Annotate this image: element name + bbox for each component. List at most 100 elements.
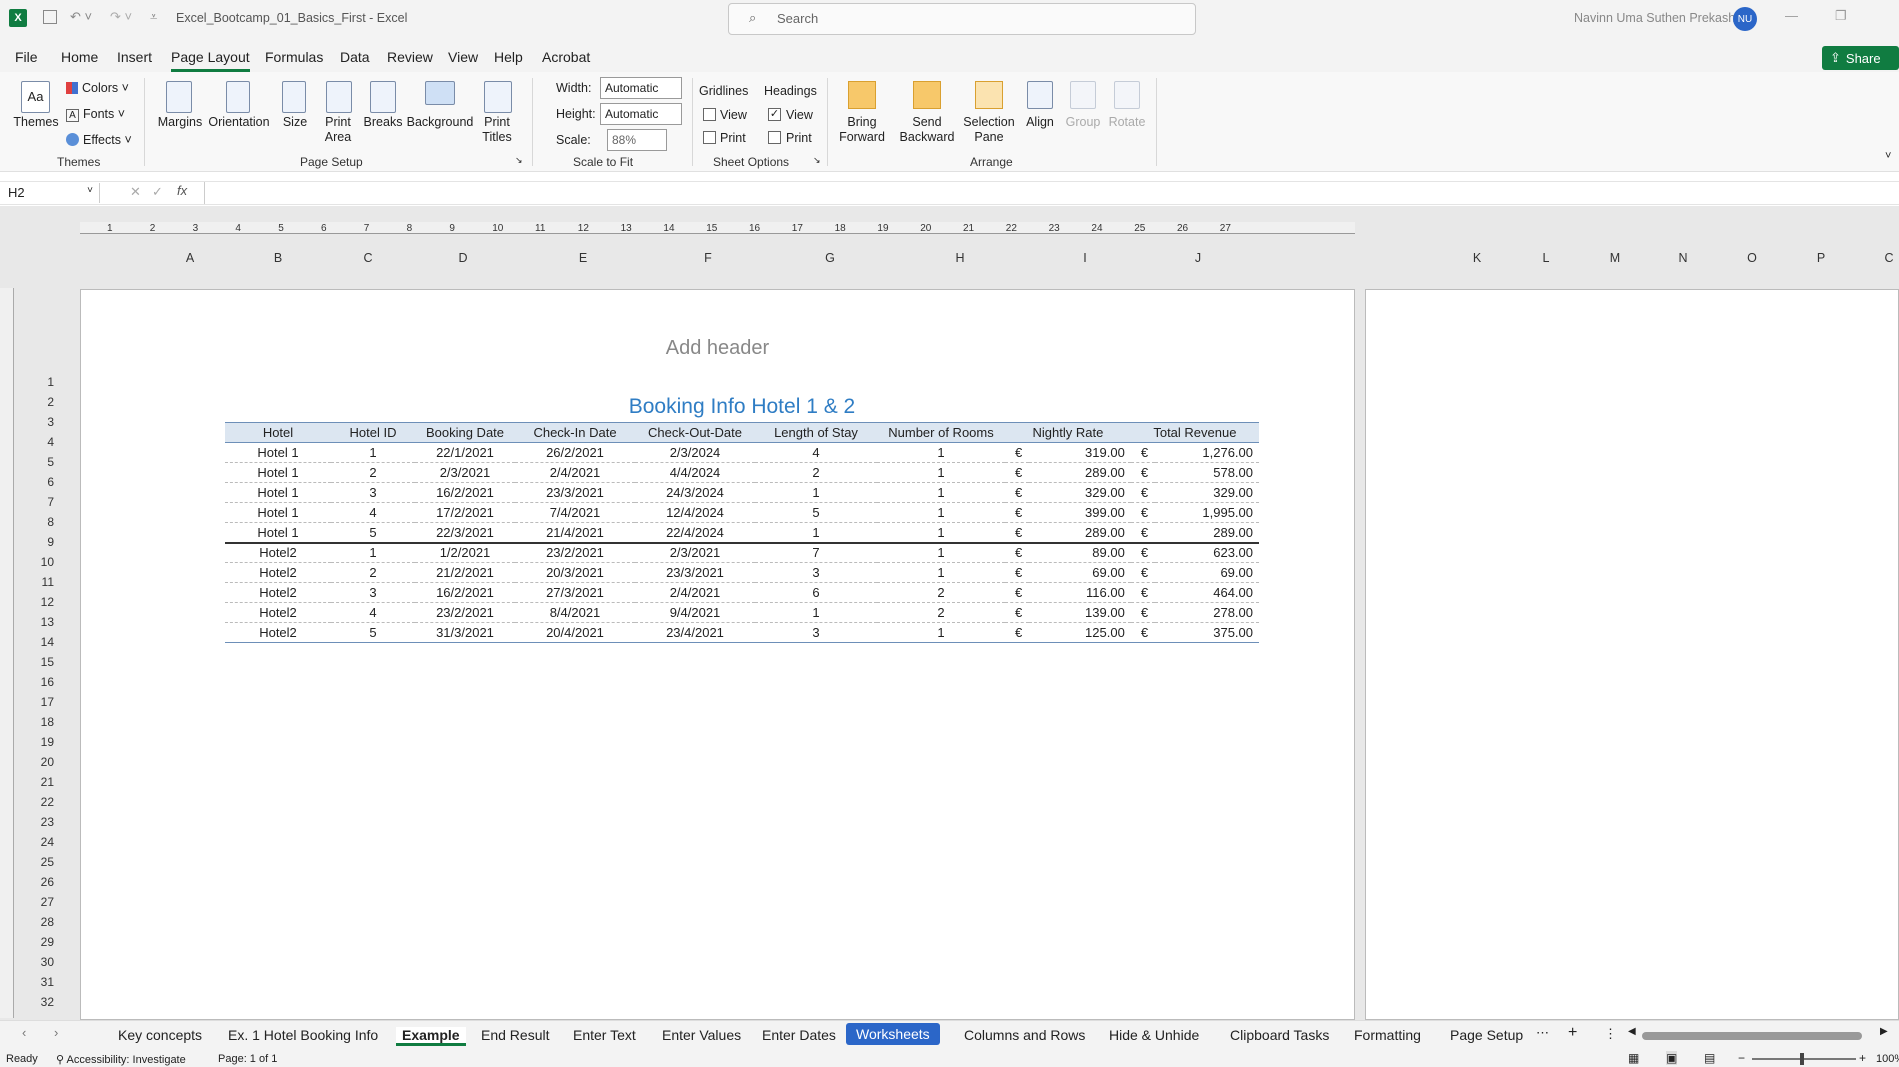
table-cell[interactable]: 2 — [877, 602, 1005, 623]
table-cell[interactable]: 31/3/2021 — [415, 622, 515, 643]
table-cell[interactable]: 3 — [755, 562, 877, 583]
table-cell[interactable]: 23/3/2021 — [515, 482, 635, 503]
menu-acrobat[interactable]: Acrobat — [542, 49, 590, 65]
size-button[interactable]: Size — [280, 115, 310, 129]
row-header[interactable]: 10 — [24, 555, 54, 569]
orientation-button[interactable]: Orientation — [206, 115, 272, 129]
print-area-button[interactable]: Print Area — [318, 115, 358, 145]
menu-data[interactable]: Data — [340, 49, 370, 65]
table-cell[interactable]: 116.00 — [1029, 582, 1131, 603]
sheet-tab-key-concepts[interactable]: Key concepts — [118, 1027, 202, 1043]
sheet-tab-enter-text[interactable]: Enter Text — [573, 1027, 636, 1043]
table-cell[interactable]: 2 — [331, 462, 415, 483]
column-header-c[interactable]: C — [360, 251, 376, 265]
column-header-g[interactable]: G — [822, 251, 838, 265]
sheet-tab-end-result[interactable]: End Result — [481, 1027, 549, 1043]
headings-print-checkbox[interactable] — [768, 131, 781, 144]
row-header[interactable]: 31 — [24, 975, 54, 989]
function-icon[interactable]: fx — [177, 183, 187, 198]
background-button[interactable]: Background — [406, 115, 474, 129]
row-header[interactable]: 27 — [24, 895, 54, 909]
row-header[interactable]: 2 — [24, 395, 54, 409]
column-header-j[interactable]: J — [1190, 251, 1206, 265]
breaks-button[interactable]: Breaks — [362, 115, 404, 129]
row-header[interactable]: 25 — [24, 855, 54, 869]
currency-symbol[interactable]: € — [1005, 522, 1029, 544]
table-cell[interactable]: 139.00 — [1029, 602, 1131, 623]
table-cell[interactable]: 27/3/2021 — [515, 582, 635, 603]
table-cell[interactable]: Hotel2 — [225, 542, 331, 563]
sheet-tab-enter-values[interactable]: Enter Values — [662, 1027, 741, 1043]
table-header-cell[interactable]: Hotel — [225, 422, 331, 443]
page-break-view-icon[interactable]: ▤ — [1704, 1051, 1715, 1065]
table-cell[interactable]: 1 — [755, 482, 877, 503]
row-header[interactable]: 16 — [24, 675, 54, 689]
table-cell[interactable]: 16/2/2021 — [415, 582, 515, 603]
menu-home[interactable]: Home — [61, 49, 98, 65]
gridlines-print-checkbox[interactable] — [703, 131, 716, 144]
row-header[interactable]: 28 — [24, 915, 54, 929]
table-cell[interactable]: 2/3/2021 — [415, 462, 515, 483]
table-cell[interactable]: 399.00 — [1029, 502, 1131, 523]
row-header[interactable]: 14 — [24, 635, 54, 649]
table-cell[interactable]: 1 — [877, 522, 1005, 544]
currency-symbol[interactable]: € — [1130, 542, 1155, 563]
table-cell[interactable]: 2/3/2021 — [635, 542, 755, 563]
zoom-level[interactable]: 100% — [1876, 1053, 1899, 1065]
fonts-button[interactable]: A Fonts ˅ — [66, 107, 125, 122]
currency-symbol[interactable]: € — [1005, 582, 1029, 603]
table-cell[interactable]: 329.00 — [1029, 482, 1131, 503]
row-header[interactable]: 4 — [24, 435, 54, 449]
sheet-options-launcher-icon[interactable]: ↘ — [813, 155, 821, 166]
zoom-out-icon[interactable]: − — [1738, 1051, 1745, 1065]
currency-symbol[interactable]: € — [1005, 442, 1029, 463]
table-header-cell[interactable]: Check-Out-Date — [635, 422, 755, 443]
table-cell[interactable]: 1 — [877, 462, 1005, 483]
table-cell[interactable]: 4 — [331, 602, 415, 623]
table-cell[interactable]: 1 — [877, 442, 1005, 463]
table-cell[interactable]: 4 — [755, 442, 877, 463]
more-tabs-icon[interactable]: ⋯ — [1536, 1025, 1549, 1041]
sheet-tab-page-setup[interactable]: Page Setup — [1450, 1027, 1523, 1043]
table-cell[interactable]: 375.00 — [1154, 622, 1259, 643]
table-cell[interactable]: 26/2/2021 — [515, 442, 635, 463]
column-header-n[interactable]: N — [1675, 251, 1691, 265]
table-cell[interactable]: 3 — [331, 482, 415, 503]
name-box[interactable]: H2 ˅ — [4, 183, 100, 203]
currency-symbol[interactable]: € — [1130, 442, 1155, 463]
menu-file[interactable]: File — [15, 49, 38, 65]
menu-page-layout[interactable]: Page Layout — [171, 49, 250, 72]
save-icon[interactable] — [43, 10, 57, 24]
row-header[interactable]: 7 — [24, 495, 54, 509]
currency-symbol[interactable]: € — [1130, 522, 1155, 544]
row-header[interactable]: 13 — [24, 615, 54, 629]
table-cell[interactable]: 289.00 — [1029, 522, 1131, 544]
table-cell[interactable]: 24/3/2024 — [635, 482, 755, 503]
hscroll-left-icon[interactable]: ◀ — [1628, 1026, 1636, 1037]
table-cell[interactable]: 3 — [331, 582, 415, 603]
table-cell[interactable]: 23/2/2021 — [415, 602, 515, 623]
effects-button[interactable]: Effects ˅ — [66, 133, 132, 147]
table-cell[interactable]: 23/4/2021 — [635, 622, 755, 643]
zoom-slider[interactable] — [1752, 1058, 1856, 1060]
share-button[interactable]: ⇪ Share — [1822, 46, 1899, 70]
currency-symbol[interactable]: € — [1130, 562, 1155, 583]
accessibility-status[interactable]: ⚲ Accessibility: Investigate — [56, 1053, 186, 1066]
table-cell[interactable]: Hotel2 — [225, 602, 331, 623]
row-header[interactable]: 12 — [24, 595, 54, 609]
headings-view-checkbox[interactable]: ✓ — [768, 108, 781, 121]
sheet-tab-example[interactable]: Example — [396, 1027, 466, 1046]
undo-icon[interactable]: ↶ ˅ — [70, 9, 92, 25]
currency-symbol[interactable]: € — [1130, 602, 1155, 623]
page-setup-launcher-icon[interactable]: ↘ — [515, 155, 523, 166]
customize-qat-icon[interactable]: ⩡ — [150, 9, 157, 25]
table-cell[interactable]: 2/3/2024 — [635, 442, 755, 463]
table-cell[interactable]: Hotel 1 — [225, 462, 331, 483]
send-backward-button[interactable]: Send Backward — [894, 115, 960, 145]
table-cell[interactable]: 7 — [755, 542, 877, 563]
table-cell[interactable]: 23/3/2021 — [635, 562, 755, 583]
search-box[interactable]: ⌕ Search — [728, 3, 1196, 35]
table-cell[interactable]: 8/4/2021 — [515, 602, 635, 623]
table-cell[interactable]: 2/4/2021 — [635, 582, 755, 603]
table-cell[interactable]: 1 — [755, 522, 877, 544]
